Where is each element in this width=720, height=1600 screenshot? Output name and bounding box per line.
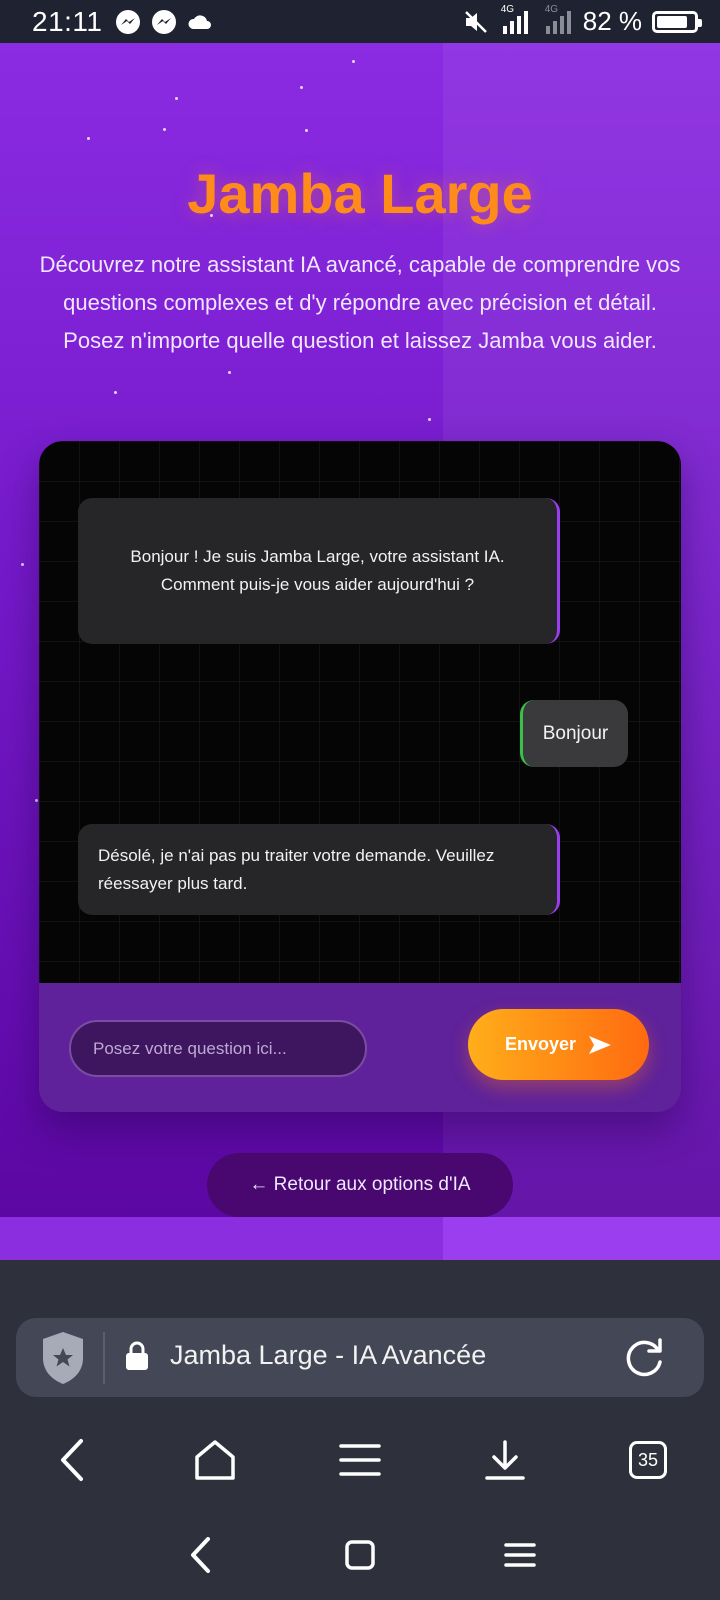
back-button[interactable] — [40, 1428, 104, 1492]
system-nav-row — [0, 1520, 720, 1590]
star-decoration — [228, 371, 231, 374]
address-bar[interactable]: Jamba Large - IA Avancée — [16, 1318, 704, 1397]
star-decoration — [35, 799, 38, 802]
divider — [103, 1332, 105, 1384]
chat-container: Bonjour ! Je suis Jamba Large, votre ass… — [39, 441, 681, 1112]
menu-button[interactable] — [328, 1428, 392, 1492]
ai-message-text: Désolé, je n'ai pas pu traiter votre dem… — [98, 845, 495, 893]
chevron-left-icon — [61, 1439, 83, 1481]
mute-icon — [464, 10, 487, 33]
user-message-text: Bonjour — [542, 722, 609, 744]
messenger-icon — [151, 9, 176, 34]
signal-icon-1: 4G — [499, 4, 533, 36]
menu-icon — [339, 1444, 381, 1476]
send-arrow-icon — [589, 1035, 612, 1054]
tab-count: 35 — [629, 1441, 667, 1479]
cloud-icon — [187, 14, 211, 29]
reload-icon[interactable] — [622, 1336, 666, 1380]
downloads-button[interactable] — [473, 1428, 537, 1492]
download-icon — [485, 1440, 525, 1480]
notification-icons — [115, 9, 213, 35]
star-decoration — [114, 391, 117, 394]
home-icon — [195, 1440, 235, 1480]
network-type-label: 4G — [500, 3, 515, 15]
question-input[interactable] — [69, 1020, 367, 1077]
send-button-label: Envoyer — [504, 1034, 577, 1054]
footer-strip — [0, 1217, 720, 1260]
user-message: Bonjour — [520, 700, 628, 767]
messenger-icon — [115, 9, 140, 34]
back-to-ai-options-button[interactable]: ← Retour aux options d'IA — [207, 1153, 513, 1217]
page-description: Découvrez notre assistant IA avancé, cap… — [39, 252, 681, 353]
send-button[interactable]: Envoyer — [468, 1009, 649, 1080]
battery-fill — [657, 15, 687, 28]
star-decoration — [305, 129, 308, 132]
star-decoration — [87, 137, 90, 140]
star-decoration — [300, 86, 303, 89]
web-page: Jamba Large Découvrez notre assistant IA… — [0, 43, 720, 1260]
star-decoration — [21, 563, 24, 566]
star-decoration — [175, 97, 178, 100]
shield-icon[interactable] — [40, 1330, 86, 1386]
system-menu-button[interactable] — [490, 1520, 550, 1590]
status-bar: 21:11 4G 4G 82 % — [0, 0, 720, 43]
battery-icon — [652, 10, 702, 33]
system-back-button[interactable] — [170, 1520, 230, 1590]
chevron-left-icon — [191, 1537, 210, 1573]
chat-messages[interactable]: Bonjour ! Je suis Jamba Large, votre ass… — [39, 441, 681, 983]
menu-icon — [504, 1543, 536, 1567]
star-decoration — [428, 418, 431, 421]
signal-icon-2: 4G — [543, 4, 573, 36]
page-title-in-address-bar: Jamba Large - IA Avancée — [170, 1340, 487, 1370]
ai-message: Désolé, je n'ai pas pu traiter votre dem… — [78, 824, 560, 915]
chat-input-area: Envoyer — [39, 983, 681, 1112]
home-button[interactable] — [183, 1428, 247, 1492]
status-right: 4G 4G 82 % — [463, 4, 702, 37]
star-decoration — [163, 128, 166, 131]
page-title: Jamba Large — [187, 162, 533, 225]
tabs-button[interactable]: 35 — [616, 1428, 680, 1492]
star-decoration — [352, 60, 355, 63]
status-time: 21:11 — [32, 5, 103, 37]
ai-message-text: Bonjour ! Je suis Jamba Large, votre ass… — [130, 547, 505, 594]
battery-percent: 82 % — [582, 6, 642, 36]
system-home-button[interactable] — [330, 1520, 390, 1590]
square-icon — [345, 1540, 375, 1570]
browser-nav-row: 35 — [0, 1428, 720, 1492]
ai-message: Bonjour ! Je suis Jamba Large, votre ass… — [78, 498, 560, 644]
lock-icon — [126, 1341, 148, 1370]
network-type-label: 4G — [544, 3, 559, 15]
